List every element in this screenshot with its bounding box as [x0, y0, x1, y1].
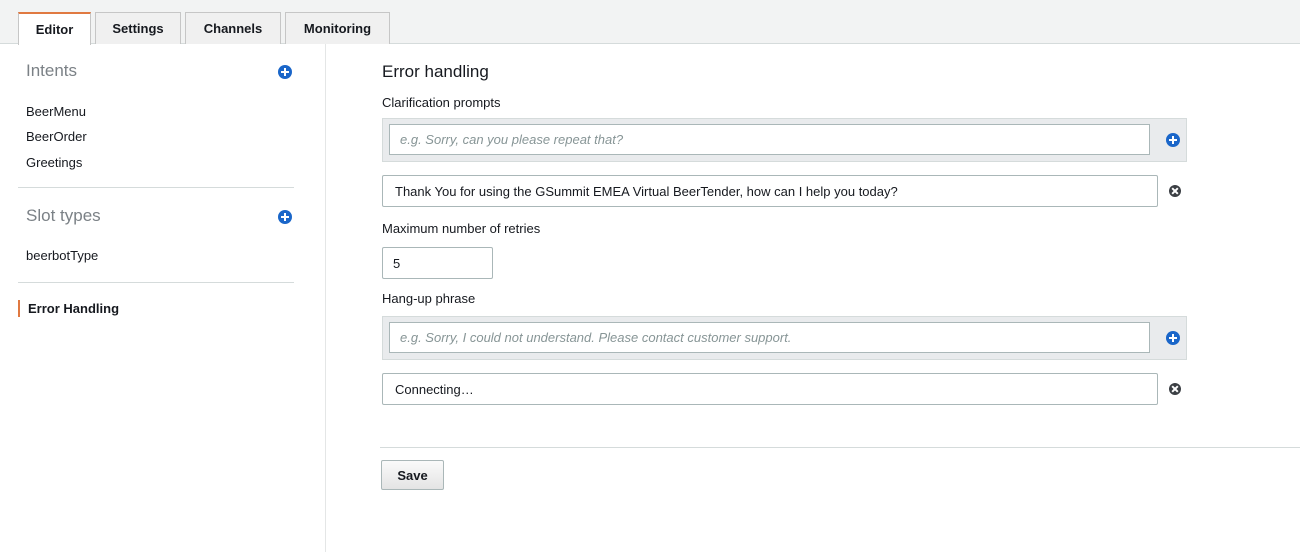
- clarification-prompts-label: Clarification prompts: [382, 95, 501, 110]
- save-button[interactable]: Save: [381, 460, 444, 490]
- max-retries-input[interactable]: [382, 247, 493, 279]
- add-hangup-icon[interactable]: [1166, 331, 1180, 345]
- remove-clarification-icon[interactable]: [1169, 185, 1181, 197]
- clarification-prompt-box: [382, 118, 1187, 162]
- tab-settings[interactable]: Settings: [95, 12, 181, 44]
- tab-bar: Editor Settings Channels Monitoring: [0, 0, 1300, 45]
- sidebar-divider: [18, 187, 294, 188]
- sidebar-item-beerorder[interactable]: BeerOrder: [26, 129, 87, 144]
- active-indicator: [18, 300, 20, 317]
- main-divider: [380, 447, 1300, 448]
- hangup-phrase-value[interactable]: [382, 373, 1158, 405]
- sidebar-divider: [18, 282, 294, 283]
- clarification-prompt-value[interactable]: [382, 175, 1158, 207]
- sidebar-item-error-handling[interactable]: Error Handling: [28, 301, 119, 316]
- sidebar: Intents BeerMenu BeerOrder Greetings Slo…: [0, 44, 326, 552]
- page-title: Error handling: [382, 62, 489, 81]
- hangup-phrase-label: Hang-up phrase: [382, 291, 476, 306]
- sidebar-item-greetings[interactable]: Greetings: [26, 155, 82, 170]
- slot-types-heading: Slot types: [26, 206, 101, 225]
- tab-channels[interactable]: Channels: [185, 12, 281, 44]
- add-clarification-icon[interactable]: [1166, 133, 1180, 147]
- add-intent-icon[interactable]: [278, 65, 292, 79]
- tab-monitoring[interactable]: Monitoring: [285, 12, 390, 44]
- max-retries-label: Maximum number of retries: [382, 221, 541, 236]
- tab-editor[interactable]: Editor: [18, 12, 91, 45]
- hangup-prompt-box: [382, 316, 1187, 360]
- sidebar-item-beerbottype[interactable]: beerbotType: [26, 248, 98, 263]
- clarification-prompt-input[interactable]: [389, 124, 1150, 155]
- remove-hangup-icon[interactable]: [1169, 383, 1181, 395]
- intents-heading: Intents: [26, 61, 78, 80]
- hangup-prompt-input[interactable]: [389, 322, 1150, 353]
- sidebar-item-beermenu[interactable]: BeerMenu: [26, 104, 86, 119]
- add-slot-type-icon[interactable]: [278, 210, 292, 224]
